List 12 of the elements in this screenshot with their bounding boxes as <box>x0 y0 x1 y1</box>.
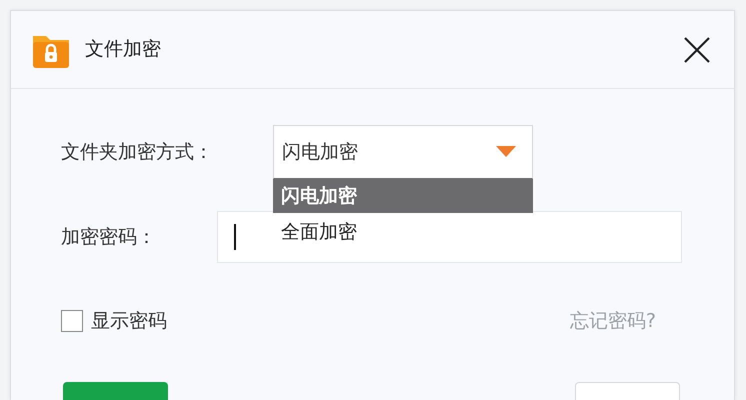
caret-icon <box>496 146 516 158</box>
dropdown-option[interactable]: 全面加密 <box>273 215 533 249</box>
checkbox[interactable] <box>61 310 83 332</box>
text-cursor <box>234 224 236 250</box>
password-label: 加密密码： <box>61 224 157 250</box>
window-title: 文件加密 <box>85 37 161 62</box>
method-label: 文件夹加密方式： <box>61 140 214 165</box>
dropdown-option[interactable]: 闪电加密 <box>273 179 533 213</box>
close-button[interactable] <box>682 34 712 64</box>
show-password-label: 显示密码 <box>91 309 167 334</box>
password-field[interactable] <box>216 211 682 263</box>
method-dropdown[interactable]: 闪电加密 <box>273 125 533 179</box>
